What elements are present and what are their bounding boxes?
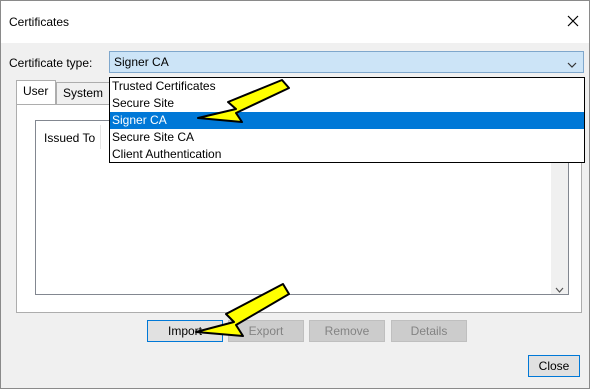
tab-system[interactable]: System: [56, 82, 110, 104]
option-secure-site-ca[interactable]: Secure Site CA: [110, 129, 584, 146]
close-button[interactable]: Close: [528, 355, 580, 377]
chevron-down-icon[interactable]: [567, 58, 577, 68]
option-secure-site[interactable]: Secure Site: [110, 95, 584, 112]
certificate-type-label: Certificate type:: [9, 56, 93, 70]
details-button[interactable]: Details: [391, 320, 467, 342]
title-bar: Certificates: [1, 1, 589, 43]
certificate-type-value: Signer CA: [114, 55, 169, 69]
annotation-arrow-icon: [195, 283, 290, 337]
option-signer-ca[interactable]: Signer CA: [110, 112, 584, 129]
window-title: Certificates: [9, 15, 70, 29]
annotation-arrow-icon: [197, 79, 290, 123]
tab-user[interactable]: User: [16, 80, 56, 104]
scroll-down-icon[interactable]: [555, 282, 564, 293]
option-trusted-certificates[interactable]: Trusted Certificates: [110, 78, 584, 95]
certificate-type-dropdown[interactable]: Trusted Certificates Secure Site Signer …: [109, 77, 585, 163]
remove-button[interactable]: Remove: [309, 320, 385, 342]
option-client-authentication[interactable]: Client Authentication: [110, 146, 584, 163]
certificate-type-select[interactable]: Signer CA: [109, 51, 584, 73]
close-icon[interactable]: [563, 11, 583, 31]
column-separator[interactable]: [100, 125, 101, 149]
column-header-issued-to[interactable]: Issued To: [44, 131, 95, 145]
